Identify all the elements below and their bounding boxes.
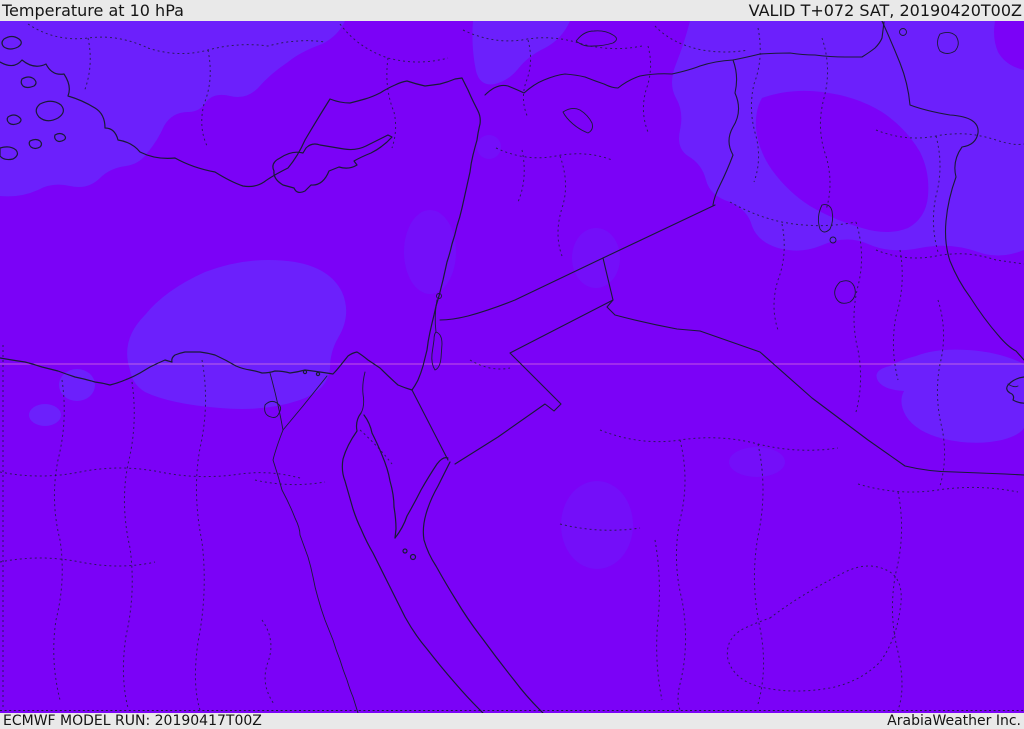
map-title: Temperature at 10 hPa bbox=[2, 1, 184, 20]
model-run-label: ECMWF MODEL RUN: 20190417T00Z bbox=[3, 713, 262, 729]
brand-label: ArabiaWeather Inc. bbox=[887, 713, 1021, 729]
valid-time-label: VALID T+072 SAT, 20190420T00Z bbox=[748, 1, 1022, 20]
header-bar: Temperature at 10 hPa VALID T+072 SAT, 2… bbox=[0, 0, 1024, 21]
footer-bar: ECMWF MODEL RUN: 20190417T00Z ArabiaWeat… bbox=[0, 713, 1024, 729]
forecast-map bbox=[0, 21, 1024, 713]
